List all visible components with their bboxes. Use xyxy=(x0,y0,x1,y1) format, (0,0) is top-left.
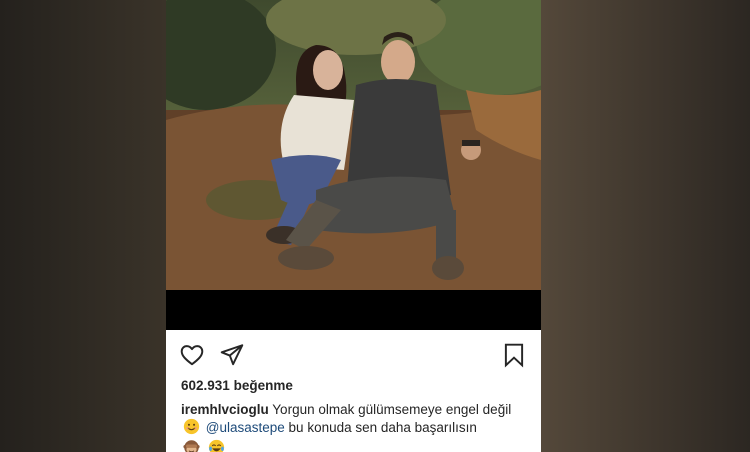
post-photo[interactable] xyxy=(166,0,541,290)
post-caption: iremhlvcioglu Yorgun olmak gülümsemeye e… xyxy=(181,401,531,452)
bookmark-icon[interactable] xyxy=(501,342,527,368)
likes-number: 602.931 xyxy=(181,378,230,393)
photo-bottom-band xyxy=(166,290,541,330)
caption-text-part1: Yorgun olmak gülümsemeye engel değil xyxy=(272,402,512,417)
tears-of-joy-emoji xyxy=(208,439,225,452)
background-right-shade xyxy=(541,0,750,452)
caption-mention[interactable]: @ulasastepe xyxy=(206,420,285,435)
instagram-post: 602.931 beğenme iremhlvcioglu Yorgun olm… xyxy=(166,0,541,452)
likes-count[interactable]: 602.931 beğenme xyxy=(181,378,293,393)
see-no-evil-monkey-emoji xyxy=(183,439,200,452)
heart-icon[interactable] xyxy=(179,342,205,368)
paper-plane-icon[interactable] xyxy=(219,342,245,368)
post-action-bar xyxy=(166,330,541,376)
caption-username[interactable]: iremhlvcioglu xyxy=(181,402,269,417)
likes-label: beğenme xyxy=(233,378,293,393)
background-left-shade xyxy=(0,0,166,452)
caption-text-part2: bu konuda sen daha başarılısın xyxy=(288,420,477,435)
smiling-face-emoji xyxy=(183,418,200,439)
